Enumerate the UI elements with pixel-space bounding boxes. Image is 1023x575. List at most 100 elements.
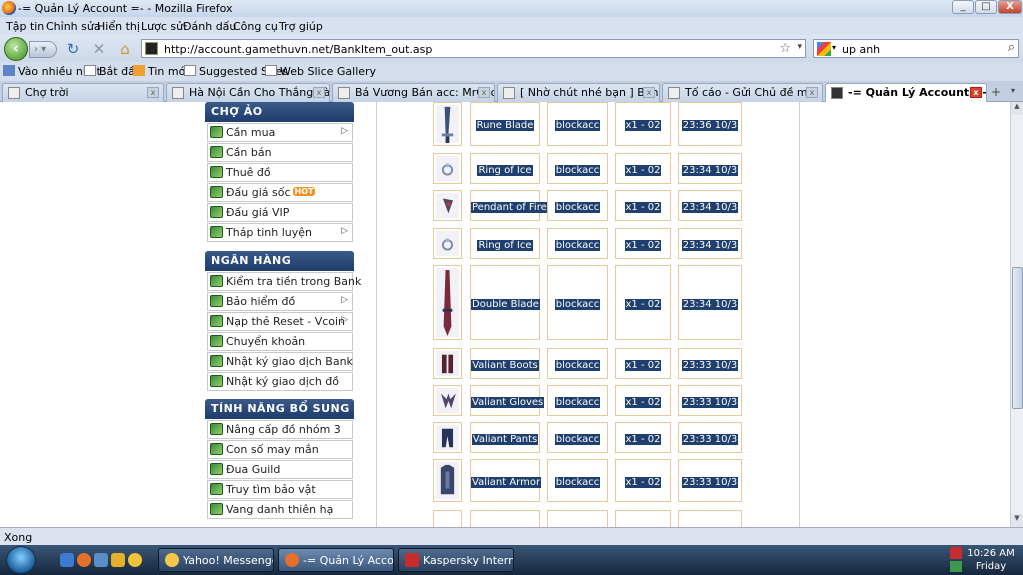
sidebar-item[interactable]: Truy tìm bảo vật [207, 480, 353, 499]
sidebar-item[interactable]: Bảo hiểm đồ ▷ [207, 292, 353, 311]
menu-history[interactable]: Lược sử [141, 20, 183, 33]
item-qty: x1 - 02 [624, 299, 662, 310]
search-engine-dropdown-icon[interactable]: ▾ [832, 43, 836, 52]
tab-quan-ly-account[interactable]: -= Quản Lý Account =- x [825, 83, 987, 103]
item-cell-partial [547, 510, 608, 527]
sidebar-section-title: NGÂN HÀNG [205, 251, 354, 271]
item-thumbnail-cell [433, 228, 462, 259]
bookmark-star-icon[interactable]: ☆ [779, 41, 791, 56]
sidebar-item-label: Nhật ký giao dịch đồ [226, 375, 340, 388]
stop-icon[interactable]: ✕ [90, 41, 108, 58]
tab-to-cao[interactable]: Tố cáo - Gửi Chủ đề mới x [662, 83, 823, 102]
sidebar-item[interactable]: Đua Guild [207, 460, 353, 479]
search-magnifier-icon[interactable]: ⌕ [1008, 40, 1015, 55]
menu-edit[interactable]: Chỉnh sửa [46, 20, 101, 33]
start-button[interactable] [6, 546, 36, 574]
yahoo-messenger-quicklaunch-icon[interactable] [128, 553, 142, 567]
item-time: 23:33 10/3 [681, 477, 739, 488]
clock-day: Friday [975, 561, 1007, 572]
sidebar-item[interactable]: Nhật ký giao dịch đồ [207, 372, 353, 391]
bookmark-web-slice-gallery[interactable]: Web Slice Gallery [265, 65, 376, 78]
menu-tools[interactable]: Công cụ [233, 20, 278, 33]
bookmark-latest-news[interactable]: Tin mới [133, 65, 188, 78]
close-button[interactable]: X [998, 0, 1022, 14]
cube-icon [210, 166, 223, 178]
vertical-scrollbar[interactable]: ▲ ▼ [1010, 102, 1023, 527]
tab-list-icon[interactable]: ▾ [1011, 86, 1015, 95]
search-input[interactable]: up anh [842, 43, 880, 56]
tab-nho-chut[interactable]: [ Nhờ chút nhé bạn ] Bán đấu...x [497, 83, 660, 102]
url-bar[interactable]: http://account.gamethuvn.net/BankItem_ou… [141, 39, 806, 58]
cube-icon [210, 503, 223, 515]
sidebar-item[interactable]: Nạp thẻ Reset - Vcoin ▷ [207, 312, 353, 331]
tab-close-icon[interactable]: x [147, 87, 159, 98]
reload-icon[interactable]: ↻ [64, 41, 82, 58]
sidebar-item[interactable]: Thuê đồ [207, 163, 353, 182]
maximize-button[interactable]: □ [975, 0, 997, 14]
item-owner: blockacc [554, 120, 601, 131]
firefox-icon [2, 1, 16, 15]
sidebar-item[interactable]: Đấu giá sốc HOT [207, 183, 353, 202]
item-owner-cell: blockacc [547, 422, 608, 453]
task-kaspersky[interactable]: Kaspersky Interne... [398, 548, 514, 572]
task-firefox[interactable]: -= Quản Lý Acco... [278, 548, 394, 572]
item-name-cell: Ring of Ice [470, 153, 540, 184]
item-time: 23:34 10/3 [681, 165, 739, 176]
google-icon[interactable] [817, 42, 831, 56]
sidebar-item[interactable]: Vang danh thiên hạ [207, 500, 353, 519]
tab-ba-vuong[interactable]: Bá Vương Bán acc: MrCooL ( ...x [332, 83, 495, 102]
home-icon[interactable]: ⌂ [116, 41, 134, 58]
kaspersky-tray-icon[interactable] [950, 547, 962, 559]
task-yahoo-messenger[interactable]: Yahoo! Messenger [158, 548, 274, 572]
menu-view[interactable]: Hiển thị [97, 20, 140, 33]
tab-ha-noi[interactable]: Hà Nội Cần Cho Thắng này đi...x [166, 83, 330, 102]
sidebar-item[interactable]: Kiểm tra tiền trong Bank [207, 272, 361, 291]
new-tab-icon[interactable]: + [991, 85, 1001, 99]
sidebar-item[interactable]: Con số may mắn [207, 440, 353, 459]
item-time: 23:34 10/3 [681, 202, 739, 213]
menu-bookmarks[interactable]: Đánh dấu [183, 20, 236, 33]
sidebar-item[interactable]: Đấu giá VIP [207, 203, 353, 222]
item-time-cell: 23:33 10/3 [678, 459, 742, 502]
tab-close-icon[interactable]: x [478, 87, 490, 98]
sidebar-item[interactable]: Nhật ký giao dịch Bank [207, 352, 353, 371]
item-time: 23:33 10/3 [681, 397, 739, 408]
tab-page-icon [172, 87, 184, 99]
sidebar-item[interactable]: Cần mua ▷ [207, 123, 353, 142]
scrollbar-thumb[interactable] [1012, 267, 1023, 409]
menu-file[interactable]: Tập tin [6, 20, 44, 33]
item-name: Ring of Ice [477, 165, 533, 176]
url-text[interactable]: http://account.gamethuvn.net/BankItem_ou… [164, 43, 432, 56]
tab-cho-troi[interactable]: Chợ trời x [2, 83, 164, 102]
sidebar-item[interactable]: Nâng cấp đồ nhóm 3 [207, 420, 353, 439]
item-name: Valiant Boots [471, 360, 539, 371]
item-name-cell: Double Blade [470, 265, 540, 340]
show-desktop-icon[interactable] [94, 553, 108, 567]
tab-close-icon[interactable]: x [970, 87, 982, 98]
item-time: 23:34 10/3 [681, 299, 739, 310]
minimize-button[interactable]: _ [952, 0, 974, 14]
search-bar[interactable]: ▾ up anh ⌕ [813, 39, 1019, 58]
sidebar-item[interactable]: Chuyển khoản [207, 332, 353, 351]
scroll-down-icon[interactable]: ▼ [1011, 514, 1023, 527]
tab-close-icon[interactable]: x [806, 87, 818, 98]
scroll-up-icon[interactable]: ▲ [1011, 102, 1023, 115]
back-button[interactable]: ‹ [4, 37, 28, 61]
menu-help[interactable]: Trợ giúp [279, 20, 323, 33]
sidebar-item[interactable]: Tháp tinh luyện ▷ [207, 223, 353, 242]
tab-close-icon[interactable]: x [643, 87, 655, 98]
window-title: -= Quản Lý Account =- - Mozilla Firefox [18, 2, 233, 15]
tab-close-icon[interactable]: x [313, 87, 325, 98]
ie-icon[interactable] [60, 553, 74, 567]
cube-icon [210, 315, 223, 327]
item-name: Valiant Armor [471, 477, 542, 488]
cube-icon [210, 463, 223, 475]
sidebar-item[interactable]: Cần bán [207, 143, 353, 162]
media-player-icon[interactable] [111, 553, 125, 567]
firefox-quicklaunch-icon[interactable] [77, 553, 91, 567]
url-dropdown-icon[interactable]: ▾ [797, 42, 802, 52]
forward-button[interactable]: › ▾ [29, 41, 57, 58]
item-qty-cell: x1 - 02 [615, 385, 671, 416]
tray-network-icon[interactable] [950, 561, 962, 572]
tray-clock[interactable]: 10:26 AM Friday [963, 547, 1019, 573]
